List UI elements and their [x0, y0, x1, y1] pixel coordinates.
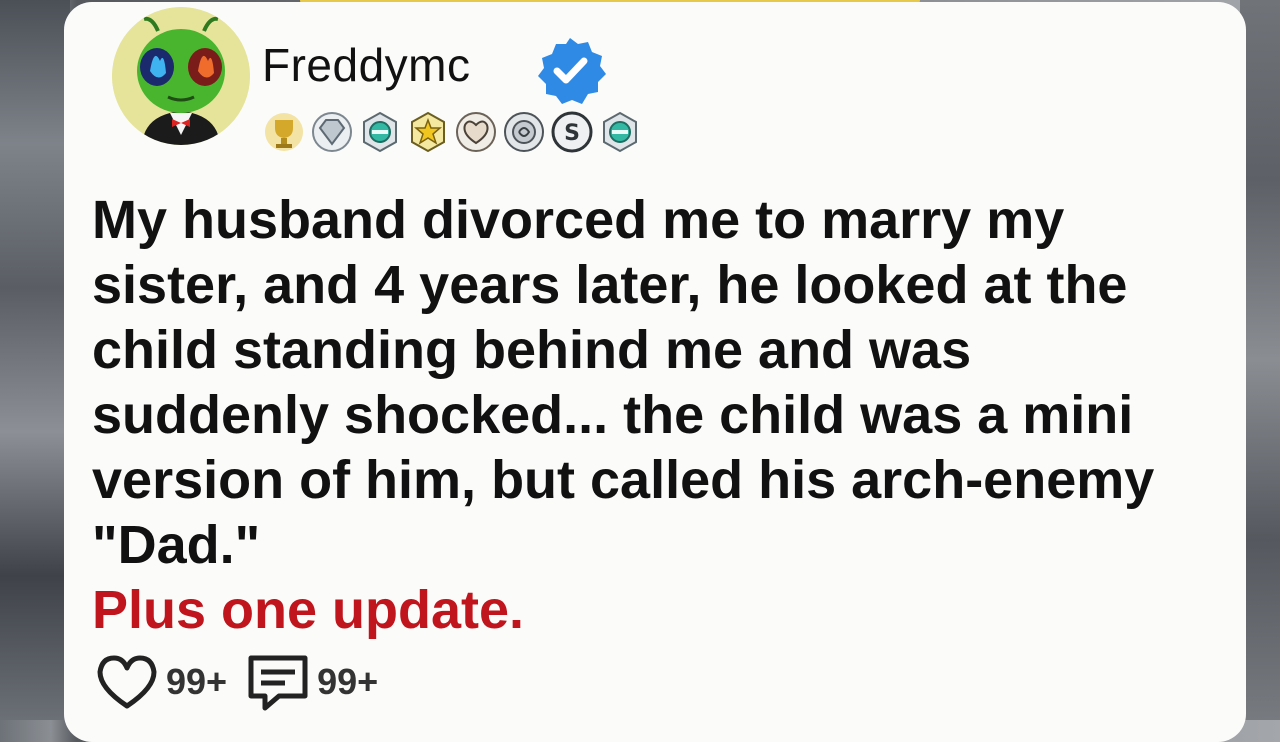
update-text[interactable]: Plus one update. [92, 578, 524, 643]
post-card: Freddymc S My husband divorced me to mar… [64, 2, 1246, 742]
svg-text:S: S [564, 121, 580, 146]
diamond-badge-icon [312, 112, 352, 152]
background-left [0, 0, 70, 720]
post-text: My husband divorced me to marry my siste… [92, 190, 1155, 575]
heart-badge-icon [456, 112, 496, 152]
heart-icon[interactable] [94, 652, 160, 712]
comment-icon[interactable] [245, 652, 311, 712]
badge-row: S [262, 108, 642, 156]
trophy-badge-icon [265, 113, 303, 151]
avatar[interactable] [112, 7, 250, 145]
username[interactable]: Freddymc [262, 38, 470, 92]
coin-badge-icon: S [551, 111, 593, 153]
alien-avatar-icon [112, 7, 250, 145]
star-badge-icon [411, 111, 445, 153]
verified-check-icon [538, 38, 606, 104]
gem-badge-icon [603, 111, 637, 153]
like-count: 99+ [166, 661, 228, 702]
gem-badge-icon [363, 111, 397, 153]
rank-badge-icon [504, 112, 544, 152]
comment-count: 99+ [317, 661, 379, 702]
action-bar: 99+ 99+ [94, 652, 396, 712]
background-right [1240, 0, 1280, 720]
